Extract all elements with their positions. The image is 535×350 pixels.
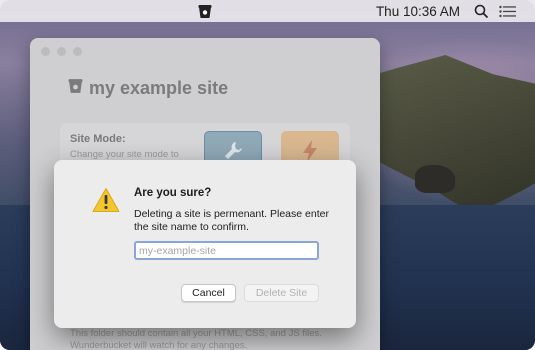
site-title: my example site	[68, 78, 228, 99]
search-icon[interactable]	[474, 4, 489, 19]
cancel-button[interactable]: Cancel	[181, 284, 236, 302]
menu-bar: Thu 10:36 AM	[0, 0, 535, 22]
dialog-message: Deleting a site is permenant. Please ent…	[134, 208, 329, 233]
confirm-delete-dialog: Are you sure? Deleting a site is permena…	[54, 160, 356, 328]
warning-icon	[92, 188, 120, 212]
bucket-icon[interactable]	[196, 2, 214, 20]
site-mode-label: Site Mode:	[70, 133, 126, 145]
site-mode-description: Change your site mode to	[70, 149, 179, 160]
bucket-icon	[68, 78, 83, 99]
site-name-input[interactable]	[134, 241, 319, 260]
delete-site-button[interactable]: Delete Site	[244, 284, 319, 302]
site-title-text: my example site	[89, 78, 229, 98]
wallpaper-rock	[415, 165, 455, 193]
minimize-window-button[interactable]	[57, 47, 66, 56]
list-icon[interactable]	[499, 5, 517, 18]
zoom-window-button[interactable]	[73, 47, 82, 56]
folder-note: This folder should contain all your HTML…	[70, 328, 322, 350]
dialog-title: Are you sure?	[134, 187, 212, 199]
close-window-button[interactable]	[41, 47, 50, 56]
window-controls	[41, 47, 82, 56]
menubar-clock[interactable]: Thu 10:36 AM	[376, 4, 460, 19]
